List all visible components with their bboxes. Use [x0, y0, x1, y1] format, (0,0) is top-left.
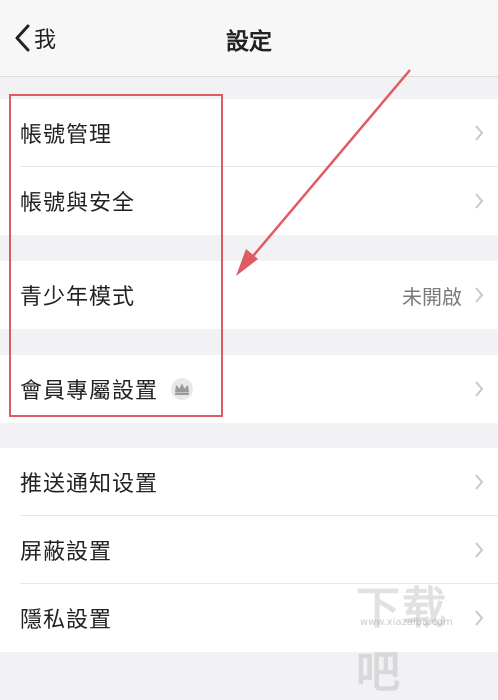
push-notification-label: 推送通知设置 — [20, 472, 159, 497]
privacy-settings-item[interactable]: 隱私設置 — [0, 584, 498, 652]
block-settings-label: 屏蔽設置 — [20, 540, 113, 565]
chevron-right-icon — [475, 474, 484, 490]
settings-section-youth: 青少年模式 未開啟 — [0, 261, 498, 329]
chevron-right-icon — [475, 193, 484, 209]
member-settings-item[interactable]: 會員專屬設置 — [0, 355, 498, 423]
chevron-right-icon — [475, 381, 484, 397]
chevron-right-icon — [475, 125, 484, 141]
navigation-bar: 我 設定 — [0, 0, 498, 77]
youth-mode-item[interactable]: 青少年模式 未開啟 — [0, 261, 498, 329]
settings-section-account: 帳號管理 帳號與安全 — [0, 99, 498, 235]
page-title: 設定 — [226, 29, 272, 55]
youth-mode-label: 青少年模式 — [20, 285, 136, 310]
chevron-right-icon — [475, 287, 484, 303]
account-security-label: 帳號與安全 — [20, 191, 136, 216]
push-notification-item[interactable]: 推送通知设置 — [0, 448, 498, 516]
settings-section-member: 會員專屬設置 — [0, 355, 498, 423]
youth-mode-status: 未開啟 — [402, 284, 462, 309]
settings-section-general: 推送通知设置 屏蔽設置 隱私設置 — [0, 448, 498, 652]
member-settings-label: 會員專屬設置 — [20, 379, 159, 404]
block-settings-item[interactable]: 屏蔽設置 — [0, 516, 498, 584]
crown-icon — [171, 378, 194, 400]
account-management-label: 帳號管理 — [20, 123, 113, 148]
privacy-settings-label: 隱私設置 — [20, 608, 113, 633]
chevron-right-icon — [475, 610, 484, 626]
account-management-item[interactable]: 帳號管理 — [0, 99, 498, 167]
chevron-right-icon — [475, 542, 484, 558]
account-security-item[interactable]: 帳號與安全 — [0, 167, 498, 235]
